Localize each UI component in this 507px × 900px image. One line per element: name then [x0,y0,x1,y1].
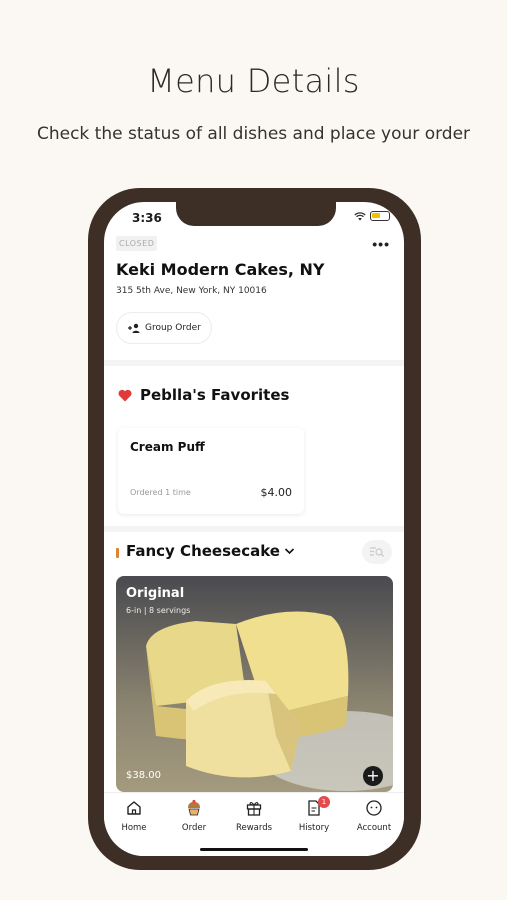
dish-name: Original [126,586,185,601]
store-status-tag: CLOSED [116,236,158,251]
history-badge: 1 [318,796,330,808]
bottom-tab-bar: Home Order Rewards 1 History Account [104,792,404,856]
chevron-down-icon [284,548,295,555]
category-dropdown[interactable]: Fancy Cheesecake [126,542,295,560]
favorites-title: Peblla's Favorites [140,386,290,404]
add-person-icon [128,323,140,333]
section-divider [104,360,404,366]
category-title: Fancy Cheesecake [126,542,280,560]
tab-home[interactable]: Home [106,799,162,833]
phone-notch [176,202,336,226]
promo-subline: Check the status of all dishes and place… [36,124,471,144]
dish-price: $38.00 [126,770,161,781]
tab-label: History [298,823,330,833]
more-options-icon[interactable]: ••• [372,236,390,252]
home-icon [127,801,141,815]
tab-order[interactable]: Order [166,799,222,833]
promo-headline: Menu Details [147,62,360,100]
gift-icon [246,801,262,816]
battery-icon [370,211,390,221]
phone-screen: 3:36 CLOSED ••• Keki Modern Cakes, NY 31… [104,202,404,856]
tab-account[interactable]: Account [346,799,402,833]
favorite-item-card[interactable]: Cream Puff Ordered 1 time $4.00 [118,428,304,514]
group-order-label: Group Order [145,323,201,333]
favorite-item-name: Cream Puff [130,440,205,454]
favorites-header: Peblla's Favorites [118,386,289,404]
add-to-cart-button[interactable]: + [363,766,383,786]
tab-label: Order [181,823,207,833]
group-order-button[interactable]: Group Order [116,312,212,344]
tab-label: Home [121,823,147,833]
favorite-item-price: $4.00 [260,486,293,499]
wifi-icon [354,211,366,220]
tab-rewards[interactable]: Rewards [226,799,282,833]
favorite-item-ordered-count: Ordered 1 time [130,488,191,497]
store-name: Keki Modern Cakes, NY [116,260,325,279]
category-accent-bar [116,548,119,558]
menu-search-button[interactable] [362,540,392,564]
store-address: 315 5th Ave, New York, NY 10016 [116,286,267,296]
tab-history[interactable]: 1 History [286,796,342,833]
tab-label: Rewards [235,823,273,833]
status-time: 3:36 [132,211,162,225]
tab-label: Account [356,823,392,833]
dish-card[interactable]: Original 6-in | 8 servings $38.00 + [116,576,393,792]
status-icons [354,211,390,221]
heart-icon [118,389,132,401]
list-search-icon [370,547,384,557]
cupcake-icon [188,799,200,816]
account-icon [366,800,382,816]
section-divider [104,526,404,532]
dish-description: 6-in | 8 servings [126,606,191,615]
home-indicator [200,848,308,851]
